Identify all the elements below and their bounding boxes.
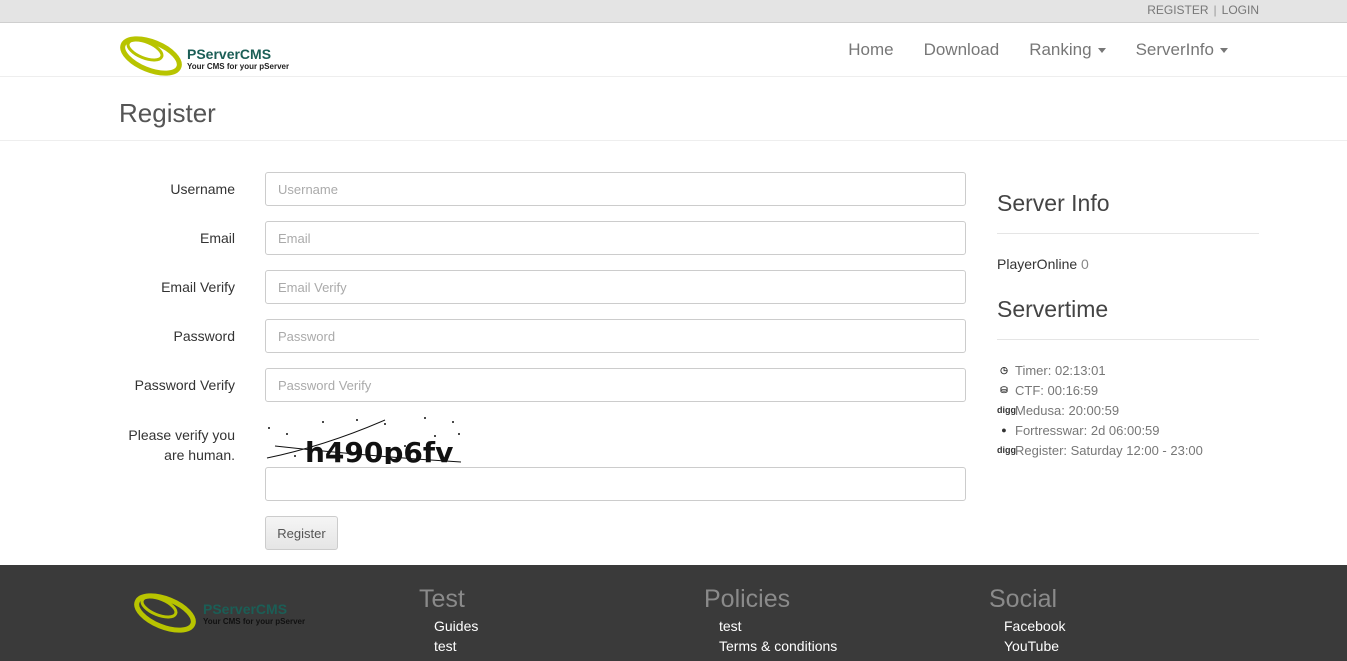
email-input[interactable] [265, 221, 966, 255]
email-label: Email [199, 230, 235, 246]
captcha-label: Please verify you are human. [128, 425, 235, 465]
digg-icon: digg [997, 445, 1016, 455]
register-time-text: Register: Saturday 12:00 - 23:00 [1015, 442, 1203, 458]
email-verify-label: Email Verify [161, 279, 235, 295]
footer-test-title: Test [419, 585, 465, 613]
register-time-row: digg Register: Saturday 12:00 - 23:00 [997, 440, 1259, 460]
nav-home[interactable]: Home [833, 40, 908, 60]
footer-link-facebook[interactable]: Facebook [1004, 616, 1065, 636]
username-label: Username [170, 181, 235, 197]
servertime-list: ◷ Timer: 02:13:01 ⛁ CTF: 00:16:59 digg M… [997, 360, 1259, 460]
medusa-text: Medusa: 20:00:59 [1015, 402, 1120, 418]
player-online: PlayerOnline 0 [997, 256, 1259, 272]
fortresswar-row: ● Fortresswar: 2d 06:00:59 [997, 420, 1259, 440]
username-row: Username [119, 172, 966, 206]
divider [997, 339, 1259, 340]
top-bar: REGISTER | LOGIN [0, 0, 1347, 23]
clock-icon: ◷ [1000, 365, 1008, 375]
footer-social-title: Social [989, 585, 1058, 613]
separator: | [1213, 3, 1217, 17]
ctf-row: ⛁ CTF: 00:16:59 [997, 380, 1259, 400]
nav-serverinfo[interactable]: ServerInfo [1121, 40, 1243, 60]
email-verify-row: Email Verify [119, 270, 966, 304]
caret-down-icon [1097, 47, 1106, 53]
caret-down-icon [1220, 47, 1228, 53]
nav-ranking-label: Ranking [1029, 40, 1092, 59]
fortresswar-text: Fortresswar: 2d 06:00:59 [1015, 422, 1160, 438]
password-label: Password [173, 328, 235, 344]
server-info-title: Server Info [997, 190, 1110, 216]
register-link[interactable]: REGISTER [1147, 3, 1208, 17]
timer-row: ◷ Timer: 02:13:01 [997, 360, 1259, 380]
page-header: Register [0, 78, 1347, 141]
login-link[interactable]: LOGIN [1222, 3, 1259, 17]
player-online-value: 0 [1081, 256, 1089, 272]
captcha-text: h490p6fv [305, 436, 453, 464]
brand-tagline: Your CMS for your pServer [187, 62, 290, 71]
captcha-input[interactable] [265, 467, 966, 501]
logo[interactable]: PServerCMS Your CMS for your pServer [119, 28, 289, 76]
player-online-label: PlayerOnline [997, 256, 1078, 272]
password-row: Password [119, 319, 966, 353]
ctf-text: CTF: 00:16:59 [1015, 382, 1099, 398]
footer-policies-title: Policies [704, 585, 791, 613]
password-input[interactable] [265, 319, 966, 353]
footer-brand-name: PServerCMS [203, 601, 288, 617]
password-verify-label: Password Verify [134, 377, 235, 393]
nav-download-label: Download [923, 40, 1000, 59]
register-button[interactable]: Register [265, 516, 338, 550]
nav-serverinfo-label: ServerInfo [1135, 40, 1214, 59]
footer-link-policies-test[interactable]: test [719, 616, 837, 636]
footer: PServerCMS Your CMS for your pServer Tes… [0, 565, 1347, 661]
captcha-label-line2: are human. [164, 447, 235, 463]
bomb-icon: ● [1001, 425, 1007, 435]
nav-ranking[interactable]: Ranking [1014, 40, 1120, 60]
navbar: PServerCMS Your CMS for your pServer Hom… [0, 24, 1347, 77]
nav-home-label: Home [848, 40, 894, 59]
email-verify-input[interactable] [265, 270, 966, 304]
page-title: Register [119, 98, 216, 128]
footer-col-test: Test Guides test [419, 585, 478, 656]
footer-link-test[interactable]: test [434, 636, 478, 656]
username-input[interactable] [265, 172, 966, 206]
footer-brand-tagline: Your CMS for your pServer [203, 617, 306, 626]
captcha-image: h490p6fv [266, 417, 462, 464]
footer-col-policies: Policies test Terms & conditions [704, 585, 837, 656]
footer-link-youtube[interactable]: YouTube [1004, 636, 1065, 656]
password-verify-input[interactable] [265, 368, 966, 402]
email-row: Email [119, 221, 966, 255]
digg-icon: digg [997, 405, 1016, 415]
footer-col-social: Social Facebook YouTube [989, 585, 1065, 656]
captcha-label-line1: Please verify you [128, 427, 235, 443]
password-verify-row: Password Verify [119, 368, 966, 402]
footer-link-guides[interactable]: Guides [434, 616, 478, 636]
medusa-row: digg Medusa: 20:00:59 [997, 400, 1259, 420]
nav-download[interactable]: Download [909, 40, 1015, 60]
servertime-title: Servertime [997, 296, 1109, 322]
logo-swirl-icon [120, 36, 182, 76]
divider [997, 233, 1259, 234]
logo-swirl-icon [134, 593, 196, 633]
footer-link-terms[interactable]: Terms & conditions [719, 636, 837, 656]
main-nav: Home Download Ranking ServerInfo [833, 40, 1243, 60]
brand-name: PServerCMS [187, 46, 272, 62]
timer-text: Timer: 02:13:01 [1015, 362, 1106, 378]
coins-icon: ⛁ [1000, 385, 1008, 395]
sidebar: Server Info PlayerOnline 0 Servertime ◷ … [997, 190, 1259, 460]
account-links: REGISTER | LOGIN [1147, 3, 1259, 17]
footer-logo[interactable]: PServerCMS Your CMS for your pServer [133, 583, 305, 635]
